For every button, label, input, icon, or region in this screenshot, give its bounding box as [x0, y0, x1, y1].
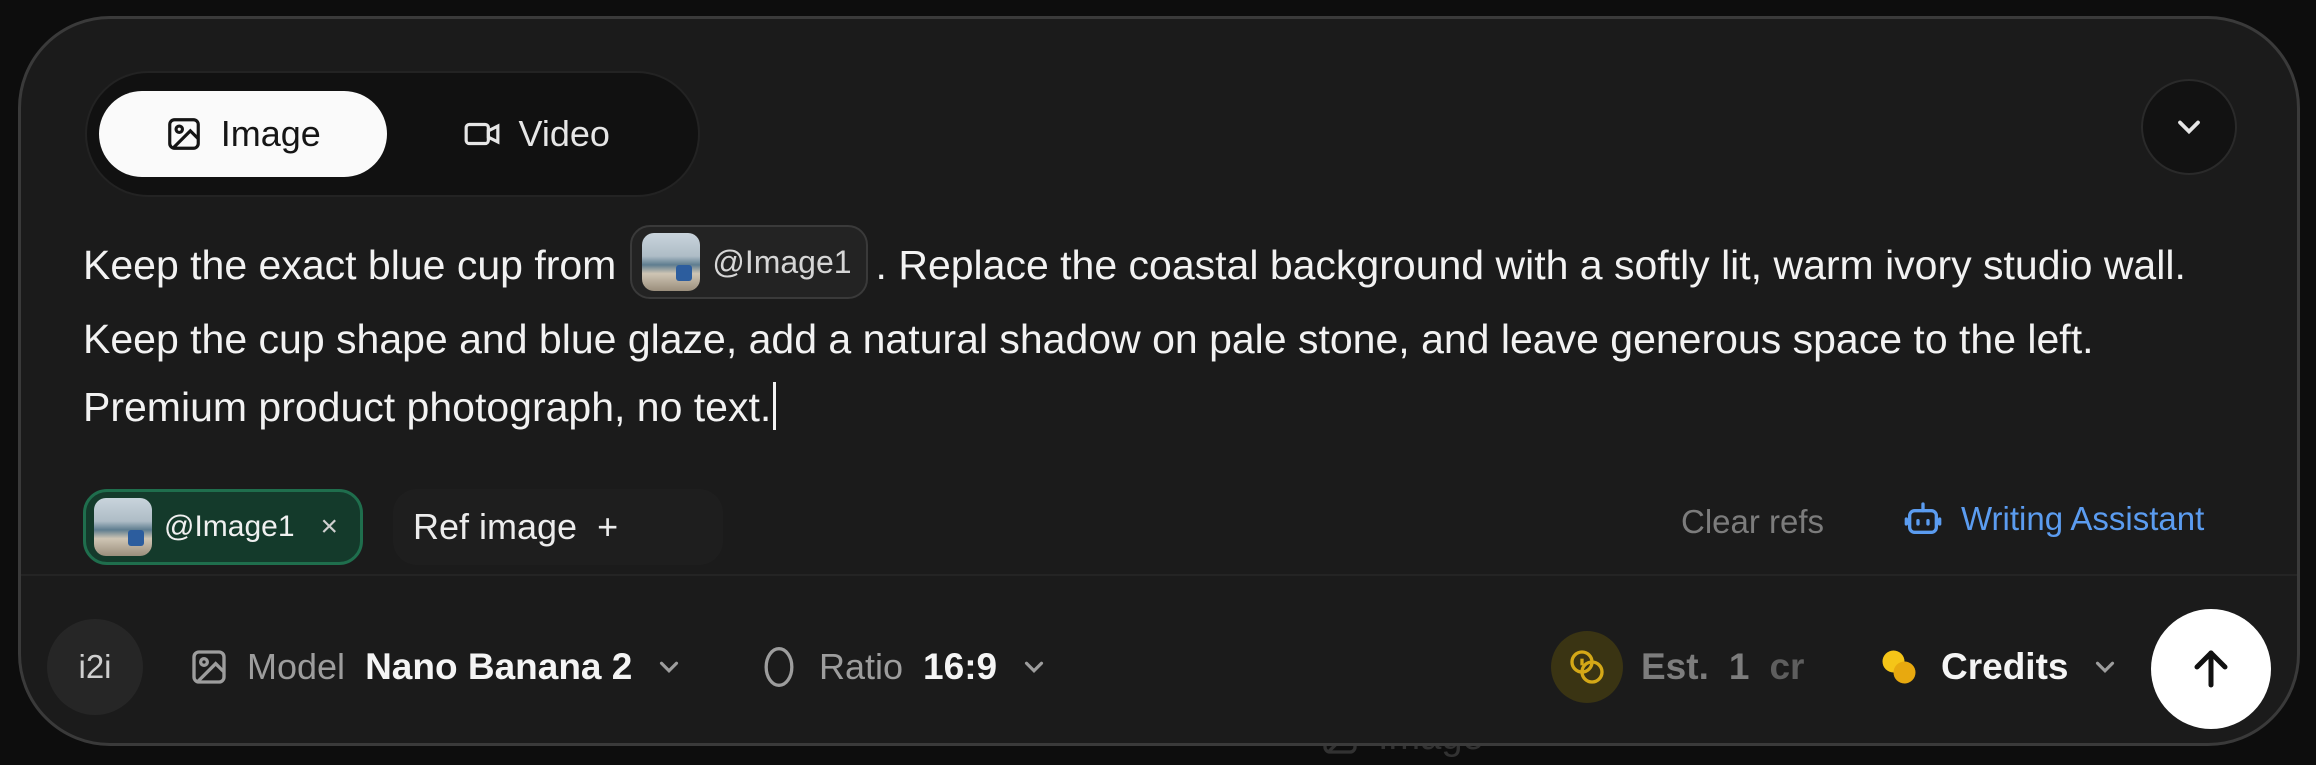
tab-video-label: Video	[518, 113, 610, 154]
mention-label: @Image1	[712, 244, 852, 281]
writing-assistant-label: Writing Assistant	[1961, 500, 2205, 537]
ratio-value: 16:9	[923, 646, 998, 687]
model-label: Model	[247, 646, 346, 687]
add-ref-label: Ref image	[413, 506, 578, 547]
ratio-selector[interactable]: Ratio 16:9	[757, 619, 1049, 715]
reference-chip[interactable]: @Image1 ×	[83, 489, 363, 565]
image-icon	[192, 650, 226, 684]
reference-chip-label: @Image1	[164, 510, 295, 543]
submit-button[interactable]	[2151, 609, 2271, 729]
text-cursor	[773, 382, 777, 431]
estimate-value: 1	[1728, 646, 1750, 687]
bottom-toolbar: i2i Model Nano Banana 2 Ratio 16:9 Est. …	[21, 609, 2297, 729]
plus-icon: +	[597, 506, 619, 547]
divider	[21, 574, 2297, 576]
prompt-text-start: Keep the exact blue cup from	[83, 242, 617, 288]
remove-reference-icon[interactable]: ×	[320, 510, 338, 544]
add-ref-image-button[interactable]: Ref image +	[393, 489, 723, 565]
estimate-label: Est.	[1641, 646, 1709, 687]
credit-estimate: Est. 1 cr	[1551, 619, 1804, 715]
chevron-down-icon	[2096, 661, 2115, 673]
credits-menu[interactable]: Credits	[1877, 619, 2120, 715]
tab-image-label: Image	[220, 113, 321, 154]
coins-icon	[1551, 631, 1623, 703]
estimate-unit: cr	[1769, 646, 1805, 687]
tab-video[interactable]: Video	[387, 91, 686, 177]
ratio-icon	[764, 647, 794, 687]
credits-label: Credits	[1941, 646, 2069, 687]
model-selector[interactable]: Model Nano Banana 2	[189, 619, 684, 715]
clear-refs-button[interactable]: Clear refs	[1681, 503, 1824, 541]
mode-tabs: Image Video	[85, 71, 700, 197]
ratio-label: Ratio	[819, 646, 904, 687]
inline-image-mention[interactable]: @Image1	[630, 225, 868, 300]
arrow-up-icon	[2194, 650, 2228, 688]
reference-thumbnail	[642, 233, 701, 292]
credits-icon	[1882, 650, 1916, 684]
chevron-down-icon	[2178, 120, 2200, 135]
collapse-button[interactable]	[2141, 79, 2237, 175]
chevron-down-icon	[1025, 661, 1044, 673]
reference-thumbnail	[94, 498, 152, 556]
model-value: Nano Banana 2	[365, 646, 633, 687]
chevron-down-icon	[660, 661, 679, 673]
writing-assistant-button[interactable]: Writing Assistant	[1903, 499, 2204, 539]
robot-icon	[1904, 502, 1942, 534]
references-row: @Image1 × Ref image + Clear refs Writing…	[83, 473, 2253, 573]
video-icon	[464, 122, 499, 146]
mode-badge[interactable]: i2i	[47, 619, 143, 715]
prompt-textarea[interactable]: Keep the exact blue cup from @Image1. Rep…	[83, 225, 2253, 441]
prompt-composer: Image Video Keep the exact blue cup from…	[18, 16, 2300, 746]
tab-image[interactable]: Image	[99, 91, 387, 177]
image-icon	[167, 118, 200, 150]
